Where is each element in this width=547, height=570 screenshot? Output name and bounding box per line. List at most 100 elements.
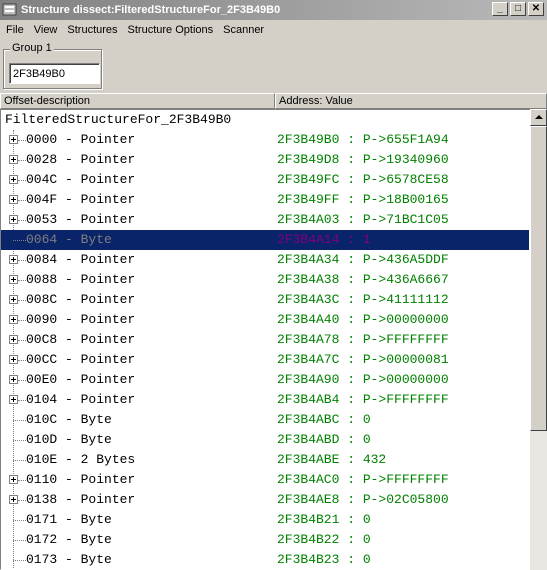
tree-row[interactable]: 0028 - Pointer 2F3B49D8 : P->19340960 [1, 150, 529, 170]
structure-tree[interactable]: FilteredStructureFor_2F3B49B0 0000 - Poi… [0, 109, 547, 570]
expand-plus-icon[interactable] [9, 155, 18, 164]
tree-row[interactable]: 0172 - Byte 2F3B4B22 : 0 [1, 530, 529, 550]
scroll-thumb[interactable] [530, 126, 547, 431]
tree-row[interactable]: 008C - Pointer 2F3B4A3C : P->41111112 [1, 290, 529, 310]
expand-plus-icon[interactable] [9, 255, 18, 264]
menu-file[interactable]: File [0, 24, 29, 36]
tree-root[interactable]: FilteredStructureFor_2F3B49B0 [5, 111, 231, 129]
scroll-up-button[interactable] [530, 109, 547, 126]
tree-row[interactable]: 0090 - Pointer 2F3B4A40 : P->00000000 [1, 310, 529, 330]
tree-row[interactable]: 00E0 - Pointer 2F3B4A90 : P->00000000 [1, 370, 529, 390]
expand-plus-icon[interactable] [9, 335, 18, 344]
offset-description-header[interactable]: Offset-description [0, 93, 275, 109]
row-offset-description: 0028 - Pointer [26, 152, 136, 167]
tree-connector [13, 420, 26, 421]
expand-plus-icon[interactable] [9, 295, 18, 304]
tree-connector [18, 500, 26, 501]
expand-plus-icon[interactable] [9, 215, 18, 224]
tree-row[interactable]: 00C8 - Pointer 2F3B4A78 : P->FFFFFFFF [1, 330, 529, 350]
expand-plus-icon[interactable] [9, 275, 18, 284]
close-button[interactable]: ✕ [528, 2, 544, 16]
row-address-value: 2F3B4B21 : 0 [277, 512, 371, 527]
window-controls: _ □ ✕ [492, 2, 544, 16]
row-address-value: 2F3B49D8 : P->19340960 [277, 152, 449, 167]
title-bar[interactable]: Structure dissect:FilteredStructureFor_2… [0, 0, 547, 20]
row-address-value: 2F3B49FC : P->6578CE58 [277, 172, 449, 187]
tree-row[interactable]: 0171 - Byte 2F3B4B21 : 0 [1, 510, 529, 530]
tree-row[interactable]: 010C - Byte 2F3B4ABC : 0 [1, 410, 529, 430]
tree-row[interactable]: 0110 - Pointer 2F3B4AC0 : P->FFFFFFFF [1, 470, 529, 490]
tree-row[interactable]: 0088 - Pointer 2F3B4A38 : P->436A6667 [1, 270, 529, 290]
row-offset-description: 0000 - Pointer [26, 132, 136, 147]
tree-row[interactable]: 0104 - Pointer 2F3B4AB4 : P->FFFFFFFF [1, 390, 529, 410]
row-address-value: 2F3B49FF : P->18B00165 [277, 192, 449, 207]
row-offset-description: 010C - Byte [26, 412, 112, 427]
tree-row[interactable]: 0138 - Pointer 2F3B4AE8 : P->02C05800 [1, 490, 529, 510]
row-address-value: 2F3B4AE8 : P->02C05800 [277, 492, 449, 507]
row-offset-description: 0171 - Byte [26, 512, 112, 527]
tree-row[interactable]: 010E - 2 Bytes 2F3B4ABE : 432 [1, 450, 529, 470]
row-address-value: 2F3B4A78 : P->FFFFFFFF [277, 332, 449, 347]
row-offset-description: 010E - 2 Bytes [26, 452, 136, 467]
row-offset-description: 00CC - Pointer [26, 352, 136, 367]
window-title: Structure dissect:FilteredStructureFor_2… [21, 4, 281, 16]
tree-row[interactable]: 004F - Pointer 2F3B49FF : P->18B00165 [1, 190, 529, 210]
group-address-input[interactable] [9, 63, 100, 84]
menu-scanner[interactable]: Scanner [218, 24, 269, 36]
tree-connector [18, 400, 26, 401]
row-address-value: 2F3B4A34 : P->436A5DDF [277, 252, 449, 267]
row-offset-description: 00C8 - Pointer [26, 332, 136, 347]
expand-plus-icon[interactable] [9, 475, 18, 484]
tree-connector [18, 140, 26, 141]
row-offset-description: 0090 - Pointer [26, 312, 136, 327]
expand-plus-icon[interactable] [9, 135, 18, 144]
tree-connector [18, 300, 26, 301]
menu-bar: File View Structures Structure Options S… [0, 20, 547, 40]
row-offset-description: 0104 - Pointer [26, 392, 136, 407]
row-offset-description: 00E0 - Pointer [26, 372, 136, 387]
tree-row[interactable]: 0000 - Pointer 2F3B49B0 : P->655F1A94 [1, 130, 529, 150]
minimize-button[interactable]: _ [492, 2, 508, 16]
menu-structures[interactable]: Structures [62, 24, 122, 36]
row-offset-description: 0110 - Pointer [26, 472, 136, 487]
row-offset-description: 0173 - Byte [26, 552, 112, 567]
tree-row[interactable]: 004C - Pointer 2F3B49FC : P->6578CE58 [1, 170, 529, 190]
row-address-value: 2F3B4A90 : P->00000000 [277, 372, 449, 387]
vertical-scrollbar[interactable] [530, 109, 547, 570]
tree-connector [13, 460, 26, 461]
tree-connector [18, 220, 26, 221]
row-address-value: 2F3B4A40 : P->00000000 [277, 312, 449, 327]
row-address-value: 2F3B49B0 : P->655F1A94 [277, 132, 449, 147]
row-offset-description: 0064 - Byte [26, 232, 112, 247]
tree-row[interactable]: 0173 - Byte 2F3B4B23 : 0 [1, 550, 529, 569]
row-offset-description: 0053 - Pointer [26, 212, 136, 227]
menu-view[interactable]: View [29, 24, 63, 36]
tree-connector [13, 540, 26, 541]
expand-plus-icon[interactable] [9, 315, 18, 324]
tree-connector [18, 360, 26, 361]
expand-plus-icon[interactable] [9, 195, 18, 204]
row-offset-description: 004F - Pointer [26, 192, 136, 207]
tree-connector [18, 180, 26, 181]
expand-plus-icon[interactable] [9, 355, 18, 364]
row-offset-description: 0088 - Pointer [26, 272, 136, 287]
tree-row[interactable]: 00CC - Pointer 2F3B4A7C : P->00000081 [1, 350, 529, 370]
row-offset-description: 0138 - Pointer [26, 492, 136, 507]
tree-connector [13, 560, 26, 561]
tree-row[interactable]: 0064 - Byte 2F3B4A14 : 1 [1, 230, 529, 250]
tree-row[interactable]: 0084 - Pointer 2F3B4A34 : P->436A5DDF [1, 250, 529, 270]
tree-row[interactable]: 0053 - Pointer 2F3B4A03 : P->71BC1C05 [1, 210, 529, 230]
menu-structure-options[interactable]: Structure Options [123, 24, 219, 36]
address-value-header[interactable]: Address: Value [275, 93, 547, 109]
maximize-button[interactable]: □ [510, 2, 526, 16]
row-address-value: 2F3B4B23 : 0 [277, 552, 371, 567]
tree-connector [18, 480, 26, 481]
expand-plus-icon[interactable] [9, 375, 18, 384]
row-offset-description: 010D - Byte [26, 432, 112, 447]
expand-plus-icon[interactable] [9, 395, 18, 404]
row-address-value: 2F3B4AC0 : P->FFFFFFFF [277, 472, 449, 487]
tree-row[interactable]: 010D - Byte 2F3B4ABD : 0 [1, 430, 529, 450]
arrow-up-icon [535, 115, 543, 119]
expand-plus-icon[interactable] [9, 175, 18, 184]
expand-plus-icon[interactable] [9, 495, 18, 504]
